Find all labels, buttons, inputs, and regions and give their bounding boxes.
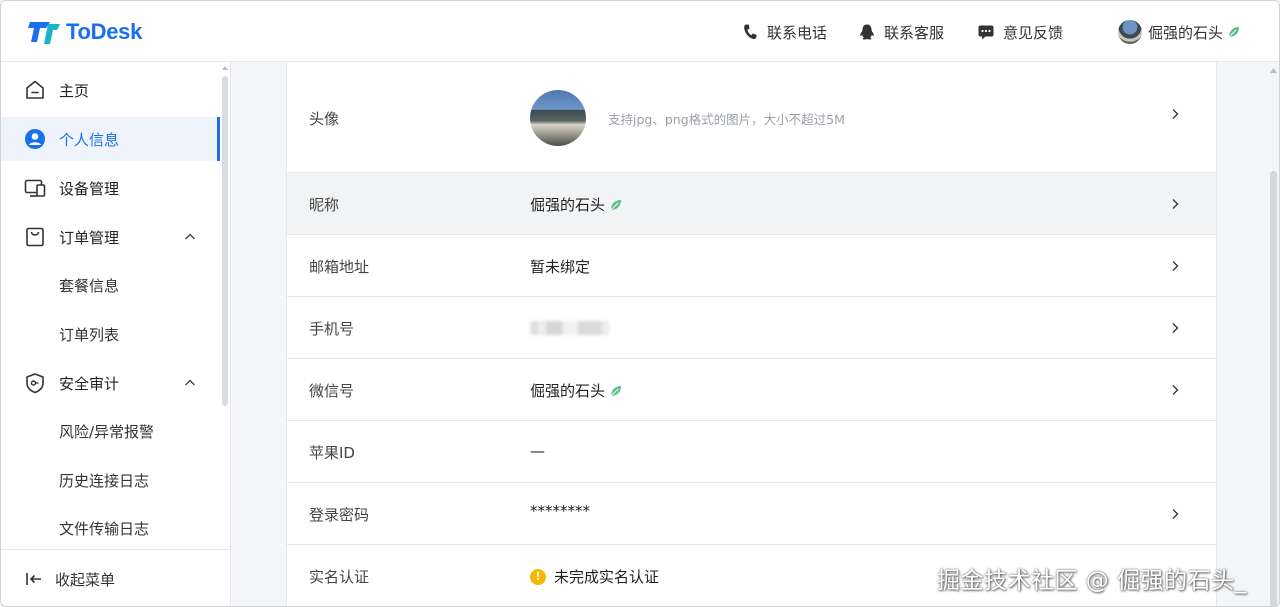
chevron-right-icon bbox=[1172, 323, 1179, 333]
contact-phone-label: 联系电话 bbox=[767, 23, 828, 42]
qq-penguin-icon bbox=[860, 24, 874, 40]
sidebar-subitem-label: 文件传输日志 bbox=[59, 519, 150, 538]
sidebar-subitem-connection-log[interactable]: 历史连接日志 bbox=[1, 458, 220, 502]
warning-icon: ! bbox=[530, 568, 546, 585]
chat-bubble-icon bbox=[978, 25, 994, 40]
row-label: 昵称 bbox=[309, 196, 340, 214]
chevron-up-icon bbox=[185, 233, 195, 240]
email-value: 暂未绑定 bbox=[530, 258, 591, 276]
chevron-right-icon bbox=[1172, 385, 1179, 395]
row-label: 实名认证 bbox=[309, 568, 370, 586]
masked-phone-number bbox=[530, 321, 610, 335]
leaf-icon bbox=[1228, 27, 1240, 38]
collapse-arrow-icon bbox=[26, 573, 41, 585]
profile-row-wechat[interactable]: 微信号 倔强的石头 bbox=[287, 359, 1216, 421]
realname-status: 未完成实名认证 bbox=[554, 568, 660, 586]
devices-icon bbox=[24, 179, 46, 197]
main-scrollbar[interactable] bbox=[1270, 171, 1277, 606]
todesk-logo[interactable]: ToDesk bbox=[28, 18, 142, 46]
customer-service-link[interactable]: 联系客服 bbox=[858, 21, 944, 43]
collapse-menu-button[interactable]: 收起菜单 bbox=[1, 549, 230, 606]
sidebar: 主页 个人信息 设备管理 订单管理 套餐信息 订单列表 安全审计 风险/异常报警… bbox=[1, 62, 231, 606]
scroll-up-arrow-icon[interactable] bbox=[1270, 67, 1277, 74]
sidebar-subitem-label: 订单列表 bbox=[59, 325, 120, 344]
profile-row-avatar[interactable]: 头像 支持jpg、png格式的图片，大小不超过5M bbox=[287, 62, 1216, 173]
chevron-right-icon bbox=[1172, 509, 1179, 519]
feedback-link[interactable]: 意见反馈 bbox=[977, 21, 1063, 43]
sidebar-scrollbar[interactable] bbox=[222, 76, 228, 406]
sidebar-item-orders[interactable]: 订单管理 bbox=[1, 215, 220, 259]
avatar-hint: 支持jpg、png格式的图片，大小不超过5M bbox=[608, 111, 845, 127]
sidebar-item-label: 主页 bbox=[59, 81, 90, 100]
sidebar-subitem-label: 历史连接日志 bbox=[59, 471, 150, 490]
profile-row-phone[interactable]: 手机号 bbox=[287, 297, 1216, 359]
profile-row-password[interactable]: 登录密码 ******** bbox=[287, 483, 1216, 545]
sidebar-item-devices[interactable]: 设备管理 bbox=[1, 166, 220, 210]
feedback-label: 意见反馈 bbox=[1003, 23, 1064, 42]
profile-panel: 头像 支持jpg、png格式的图片，大小不超过5M 昵称 倔强的石头 邮箱地址 … bbox=[286, 62, 1217, 606]
wechat-value: 倔强的石头 bbox=[530, 382, 606, 400]
chevron-right-icon bbox=[1172, 109, 1179, 119]
app-window: ToDesk 联系电话 联系客服 意见反馈 倔强的石头 主页 个人信息 设备管理… bbox=[0, 0, 1280, 607]
sidebar-subitem-order-list[interactable]: 订单列表 bbox=[1, 312, 220, 356]
sidebar-subitem-label: 套餐信息 bbox=[59, 276, 120, 295]
password-value: ******** bbox=[530, 502, 590, 520]
sidebar-item-label: 订单管理 bbox=[59, 228, 120, 247]
contact-phone-link[interactable]: 联系电话 bbox=[741, 21, 827, 43]
app-name: ToDesk bbox=[66, 19, 143, 44]
sidebar-item-home[interactable]: 主页 bbox=[1, 68, 220, 112]
chevron-right-icon bbox=[1172, 261, 1179, 271]
nickname-value: 倔强的石头 bbox=[530, 196, 606, 214]
profile-row-email[interactable]: 邮箱地址 暂未绑定 bbox=[287, 235, 1216, 297]
profile-row-apple-id: 苹果ID — bbox=[287, 421, 1216, 483]
header-username: 倔强的石头 bbox=[1148, 23, 1224, 42]
watermark: 掘金技术社区 @ 倔强的石头_ bbox=[937, 568, 1247, 594]
customer-service-label: 联系客服 bbox=[884, 23, 945, 42]
sidebar-item-label: 个人信息 bbox=[59, 130, 120, 149]
sidebar-subitem-file-transfer-log[interactable]: 文件传输日志 bbox=[1, 506, 220, 550]
home-icon bbox=[26, 80, 44, 99]
row-value: 倔强的石头 bbox=[530, 380, 623, 401]
row-label: 苹果ID bbox=[309, 444, 355, 462]
sidebar-item-security-audit[interactable]: 安全审计 bbox=[1, 361, 220, 405]
sidebar-subitem-label: 风险/异常报警 bbox=[59, 422, 155, 441]
scroll-up-arrow-icon[interactable] bbox=[222, 65, 228, 71]
row-label: 邮箱地址 bbox=[309, 258, 370, 276]
todesk-logo-icon bbox=[28, 22, 60, 44]
sidebar-subitem-risk-alerts[interactable]: 风险/异常报警 bbox=[1, 409, 220, 453]
leaf-icon bbox=[610, 385, 622, 396]
sidebar-item-profile[interactable]: 个人信息 bbox=[1, 117, 220, 161]
sidebar-subitem-plan-info[interactable]: 套餐信息 bbox=[1, 263, 220, 307]
row-label: 登录密码 bbox=[309, 506, 370, 524]
row-value: 倔强的石头 bbox=[530, 194, 623, 215]
leaf-icon bbox=[610, 199, 622, 210]
profile-row-nickname[interactable]: 昵称 倔强的石头 bbox=[287, 173, 1216, 235]
chevron-up-icon bbox=[185, 379, 195, 386]
sidebar-item-label: 安全审计 bbox=[59, 374, 120, 393]
top-header: ToDesk 联系电话 联系客服 意见反馈 倔强的石头 bbox=[1, 1, 1279, 62]
collapse-menu-label: 收起菜单 bbox=[55, 570, 116, 589]
row-label: 手机号 bbox=[309, 320, 355, 338]
avatar bbox=[1118, 20, 1142, 44]
row-value: ! 未完成实名认证 bbox=[530, 566, 659, 587]
user-icon bbox=[25, 129, 45, 149]
apple-id-value: — bbox=[530, 442, 545, 460]
row-label: 微信号 bbox=[309, 382, 355, 400]
chevron-right-icon bbox=[1172, 199, 1179, 209]
row-label: 头像 bbox=[309, 110, 340, 128]
row-value bbox=[530, 321, 610, 335]
user-menu[interactable]: 倔强的石头 bbox=[1118, 19, 1241, 45]
shield-icon bbox=[26, 373, 44, 394]
row-value: 支持jpg、png格式的图片，大小不超过5M bbox=[530, 90, 845, 146]
avatar bbox=[530, 90, 586, 146]
sidebar-item-label: 设备管理 bbox=[59, 179, 120, 198]
phone-icon bbox=[744, 24, 757, 40]
shopping-bag-icon bbox=[26, 227, 44, 247]
